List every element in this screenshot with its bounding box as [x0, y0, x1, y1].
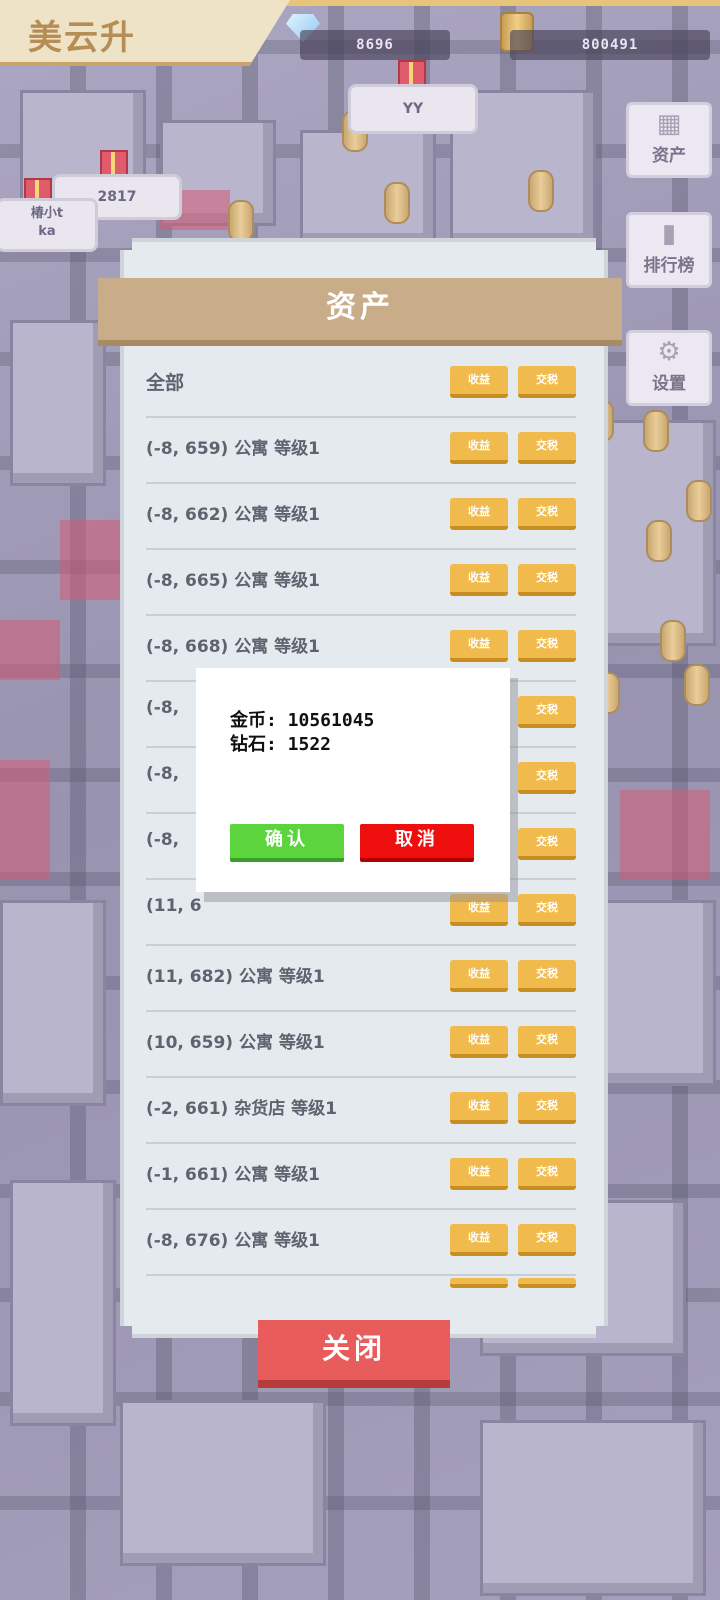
close-button[interactable]: 关闭: [258, 1320, 450, 1388]
asset-row: 全部 收益 交税: [146, 352, 576, 418]
side-button-settings[interactable]: ⚙ 设置: [626, 330, 712, 406]
asset-label: (11, 6: [146, 896, 202, 916]
asset-label: (-2, 661) 杂货店 等级1: [146, 1099, 337, 1119]
tax-button[interactable]: 交税: [518, 1092, 576, 1124]
asset-label: (10, 659) 公寓 等级1: [146, 1033, 325, 1053]
asset-label: (-1, 661) 公寓 等级1: [146, 1165, 320, 1185]
side-button-label: 排行榜: [643, 256, 695, 276]
asset-label: (-8, 659) 公寓 等级1: [146, 439, 320, 459]
diamond-count: 8696: [356, 37, 394, 53]
side-button-label: 资产: [652, 146, 686, 166]
tax-button[interactable]: 交税: [518, 762, 576, 794]
cancel-button[interactable]: 取消: [360, 824, 474, 862]
tax-button[interactable]: 交税: [518, 696, 576, 728]
gold-count: 800491: [581, 37, 639, 53]
income-button[interactable]: 收益: [450, 432, 508, 464]
tax-button[interactable]: 交税: [518, 366, 576, 398]
tax-button[interactable]: 交税: [518, 1158, 576, 1190]
assets-panel-title: 资产: [98, 278, 622, 346]
asset-row: (-2, 661) 杂货店 等级1 收益 交税: [146, 1078, 576, 1144]
asset-label: (-8, 676) 公寓 等级1: [146, 1231, 320, 1251]
confirm-button[interactable]: 确认: [230, 824, 344, 862]
player-name: 椿小t: [30, 206, 64, 221]
asset-row: (-8, 659) 公寓 等级1 收益 交税: [146, 418, 576, 484]
gear-icon: ⚙: [657, 337, 681, 367]
tax-button[interactable]: [518, 1278, 576, 1288]
income-button[interactable]: 收益: [450, 1092, 508, 1124]
side-button-ranking[interactable]: ▮ 排行榜: [626, 212, 712, 288]
income-button[interactable]: 收益: [450, 1158, 508, 1190]
app-title: 美云升: [28, 18, 136, 58]
asset-label: (-8, 662) 公寓 等级1: [146, 505, 320, 525]
gold-counter: 800491: [510, 30, 710, 60]
income-button[interactable]: [450, 1278, 508, 1288]
income-button[interactable]: 收益: [450, 366, 508, 398]
title-plate: 美云升: [0, 0, 290, 66]
asset-label: (-8, 668) 公寓 等级1: [146, 637, 320, 657]
asset-row: (-8, 662) 公寓 等级1 收益 交税: [146, 484, 576, 550]
confirm-dialog: 金币: 10561045 钻石: 1522 确认 取消: [196, 668, 510, 892]
dialog-diamond-line: 钻石: 1522: [230, 734, 332, 755]
income-button[interactable]: 收益: [450, 1026, 508, 1058]
tax-button[interactable]: 交税: [518, 960, 576, 992]
tax-button[interactable]: 交税: [518, 828, 576, 860]
asset-label: (-8,: [146, 764, 180, 784]
income-button[interactable]: 收益: [450, 894, 508, 926]
tax-button[interactable]: 交税: [518, 564, 576, 596]
buildings-icon: ▦: [656, 109, 682, 139]
tax-button[interactable]: 交税: [518, 1026, 576, 1058]
asset-label: (-8,: [146, 698, 180, 718]
asset-row: (-1, 661) 公寓 等级1 收益 交税: [146, 1144, 576, 1210]
asset-label: (-8,: [146, 830, 180, 850]
asset-label: 全部: [146, 372, 185, 394]
side-button-label: 设置: [652, 374, 686, 394]
player-bubble[interactable]: YY: [348, 84, 478, 134]
player-bubble[interactable]: 椿小t ka: [0, 198, 98, 252]
ranking-icon: ▮: [661, 219, 677, 249]
asset-label: (-8, 665) 公寓 等级1: [146, 571, 320, 591]
asset-label: (11, 682) 公寓 等级1: [146, 967, 325, 987]
side-button-assets[interactable]: ▦ 资产: [626, 102, 712, 178]
tax-button[interactable]: 交税: [518, 432, 576, 464]
player-bubble-text: YY: [402, 101, 424, 117]
player-bubble-text: 2817: [97, 189, 137, 205]
dialog-gold-line: 金币: 10561045: [230, 710, 375, 731]
tax-button[interactable]: 交税: [518, 1224, 576, 1256]
asset-row: (11, 682) 公寓 等级1 收益 交税: [146, 946, 576, 1012]
asset-row: (-8, 665) 公寓 等级1 收益 交税: [146, 550, 576, 616]
player-sub: ka: [38, 224, 56, 239]
income-button[interactable]: 收益: [450, 630, 508, 662]
asset-row: (10, 659) 公寓 等级1 收益 交税: [146, 1012, 576, 1078]
income-button[interactable]: 收益: [450, 564, 508, 596]
income-button[interactable]: 收益: [450, 1224, 508, 1256]
tax-button[interactable]: 交税: [518, 498, 576, 530]
income-button[interactable]: 收益: [450, 498, 508, 530]
asset-row: (-8, 676) 公寓 等级1 收益 交税: [146, 1210, 576, 1276]
income-button[interactable]: 收益: [450, 960, 508, 992]
tax-button[interactable]: 交税: [518, 630, 576, 662]
tax-button[interactable]: 交税: [518, 894, 576, 926]
diamond-counter: 8696: [300, 30, 450, 60]
asset-row-partial: [146, 1276, 576, 1288]
